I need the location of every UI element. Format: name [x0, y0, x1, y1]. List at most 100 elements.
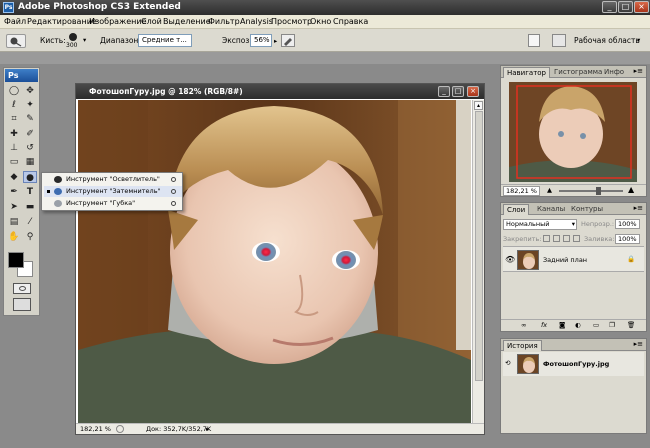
lock-position-icon[interactable] — [563, 235, 570, 242]
tab-info[interactable]: Инфо — [601, 67, 627, 78]
tab-navigator[interactable]: Навигатор — [503, 67, 550, 78]
hand-tool-icon[interactable]: ✋ — [7, 231, 21, 243]
exposure-dropdown-icon[interactable]: ▸ — [274, 37, 277, 45]
magic-wand-tool-icon[interactable]: ✦ — [23, 99, 37, 111]
workspace-dropdown-icon[interactable]: ▾ — [637, 36, 640, 44]
menu-window[interactable]: Окно — [310, 17, 331, 26]
path-select-tool-icon[interactable]: ➤ — [7, 201, 21, 213]
blend-mode-select[interactable]: Нормальный ▾ — [503, 219, 577, 230]
lock-pixels-icon[interactable] — [553, 235, 560, 242]
eraser-tool-icon[interactable]: ▭ — [7, 156, 21, 168]
brush-tool-icon[interactable]: ✐ — [23, 128, 37, 140]
foreground-color-swatch[interactable] — [8, 252, 24, 268]
maximize-icon[interactable]: □ — [618, 1, 633, 13]
menu-select[interactable]: Выделение — [163, 17, 211, 26]
link-layers-icon[interactable]: ∞ — [521, 321, 526, 329]
tab-paths[interactable]: Контуры — [568, 204, 606, 215]
quick-mask-icon[interactable] — [13, 283, 31, 294]
fill-input[interactable]: 100% — [615, 234, 640, 244]
shape-tool-icon[interactable]: ▬ — [23, 201, 37, 213]
zoom-tool-icon[interactable]: ⚲ — [23, 231, 37, 243]
tab-histogram[interactable]: Гистограмма — [551, 67, 605, 78]
pen-tool-icon[interactable]: ✒ — [7, 186, 21, 198]
opacity-input[interactable]: 100% — [615, 219, 640, 229]
workspace-icon[interactable] — [552, 34, 566, 47]
menu-filter[interactable]: Фильтр — [208, 17, 240, 26]
doc-close-icon[interactable]: × — [467, 86, 479, 97]
range-select[interactable]: Средние т... — [138, 34, 192, 47]
dodge-tool-icon[interactable]: ● — [23, 171, 37, 183]
navigator-thumbnail[interactable] — [509, 82, 637, 182]
exposure-input[interactable]: 56% — [250, 34, 272, 47]
options-bar: Кисть: 300 ▾ Диапазон: Средние т... Эксп… — [0, 29, 650, 52]
eye-icon[interactable]: 👁 — [505, 255, 515, 264]
doc-maximize-icon[interactable]: □ — [452, 86, 464, 97]
status-info-icon[interactable] — [116, 425, 124, 433]
gradient-tool-icon[interactable]: ▦ — [23, 156, 37, 168]
eyedropper-tool-icon[interactable]: ⁄ — [23, 216, 37, 228]
flyout-item-burn[interactable]: Инструмент "Затемнитель" — [44, 186, 182, 197]
menu-image[interactable]: Изображение — [89, 17, 147, 26]
zoom-slider-thumb[interactable] — [596, 187, 601, 195]
lock-all-icon[interactable] — [573, 235, 580, 242]
menu-layer[interactable]: Слой — [141, 17, 162, 26]
lock-transparency-icon[interactable] — [543, 235, 550, 242]
brush-preview-icon[interactable] — [66, 32, 80, 42]
scroll-thumb[interactable] — [475, 111, 483, 381]
menu-analysis[interactable]: Analysis — [240, 17, 273, 26]
history-brush-tool-icon[interactable]: ↺ — [23, 142, 37, 154]
file-browser-icon[interactable] — [528, 34, 540, 47]
panel-menu-icon[interactable]: ▸≡ — [634, 67, 643, 75]
move-tool-icon[interactable]: ✥ — [23, 85, 37, 97]
scroll-up-icon[interactable]: ▴ — [474, 101, 483, 110]
history-item-name[interactable]: ФотошопГуру.jpg — [543, 360, 609, 368]
menu-edit[interactable]: Редактирование — [27, 17, 97, 26]
doc-minimize-icon[interactable]: _ — [438, 86, 450, 97]
new-group-icon[interactable]: ▭ — [593, 321, 599, 329]
history-brush-source-icon[interactable]: ⟲ — [505, 359, 510, 367]
brush-dropdown-icon[interactable]: ▾ — [83, 36, 86, 44]
menu-view[interactable]: Просмотр — [271, 17, 312, 26]
new-layer-icon[interactable]: ❐ — [609, 321, 615, 329]
layer-row-background[interactable]: 👁 Задний план 🔒 — [503, 246, 644, 272]
tab-layers[interactable]: Слои — [503, 204, 530, 215]
panel-menu-icon[interactable]: ▸≡ — [634, 204, 643, 212]
menu-help[interactable]: Справка — [333, 17, 368, 26]
layer-mask-icon[interactable]: ◙ — [559, 321, 565, 329]
tab-channels[interactable]: Каналы — [534, 204, 568, 215]
notes-tool-icon[interactable]: ▤ — [7, 216, 21, 228]
stamp-tool-icon[interactable]: ⊥ — [7, 142, 21, 154]
adjustment-layer-icon[interactable]: ◐ — [575, 321, 581, 329]
burn-icon — [54, 188, 62, 195]
layer-style-icon[interactable]: fx — [541, 321, 547, 329]
layer-name[interactable]: Задний план — [543, 256, 587, 264]
history-snapshot-row[interactable]: ⟲ ФотошопГуру.jpg — [503, 352, 644, 376]
minimize-icon[interactable]: _ — [602, 1, 617, 13]
crop-tool-icon[interactable]: ⌗ — [7, 113, 21, 125]
marquee-tool-icon[interactable]: ◯ — [7, 85, 21, 97]
zoom-slider[interactable] — [559, 190, 623, 192]
delete-layer-icon[interactable]: 🗑 — [627, 321, 635, 329]
flyout-item-dodge[interactable]: Инструмент "Осветлитель" — [44, 174, 182, 185]
workspace-label[interactable]: Рабочая область — [574, 36, 640, 45]
close-icon[interactable]: × — [634, 1, 649, 13]
lasso-tool-icon[interactable]: ℓ — [7, 99, 21, 111]
flyout-item-sponge[interactable]: Инструмент "Губка" — [44, 198, 182, 209]
slice-tool-icon[interactable]: ✎ — [23, 113, 37, 125]
panel-menu-icon[interactable]: ▸≡ — [634, 340, 643, 348]
type-tool-icon[interactable]: T — [23, 186, 37, 198]
vertical-scrollbar[interactable]: ▴ — [472, 100, 484, 423]
zoom-out-icon[interactable]: ▲ — [547, 186, 552, 194]
screen-mode-icon[interactable] — [13, 298, 31, 311]
zoom-in-icon[interactable]: ▲ — [628, 185, 634, 194]
menu-file[interactable]: Файл — [4, 17, 26, 26]
tool-preset-picker[interactable] — [6, 34, 26, 48]
status-menu-icon[interactable]: ▸ — [206, 424, 209, 435]
airbrush-icon[interactable] — [281, 34, 295, 47]
navigator-zoom-field[interactable]: 182,21 % — [503, 186, 540, 196]
image-canvas[interactable] — [78, 100, 471, 423]
doc-zoom-level[interactable]: 182,21 % — [80, 424, 111, 435]
blur-tool-icon[interactable]: ◆ — [7, 171, 21, 183]
tab-history[interactable]: История — [503, 340, 542, 351]
healing-tool-icon[interactable]: ✚ — [7, 128, 21, 140]
